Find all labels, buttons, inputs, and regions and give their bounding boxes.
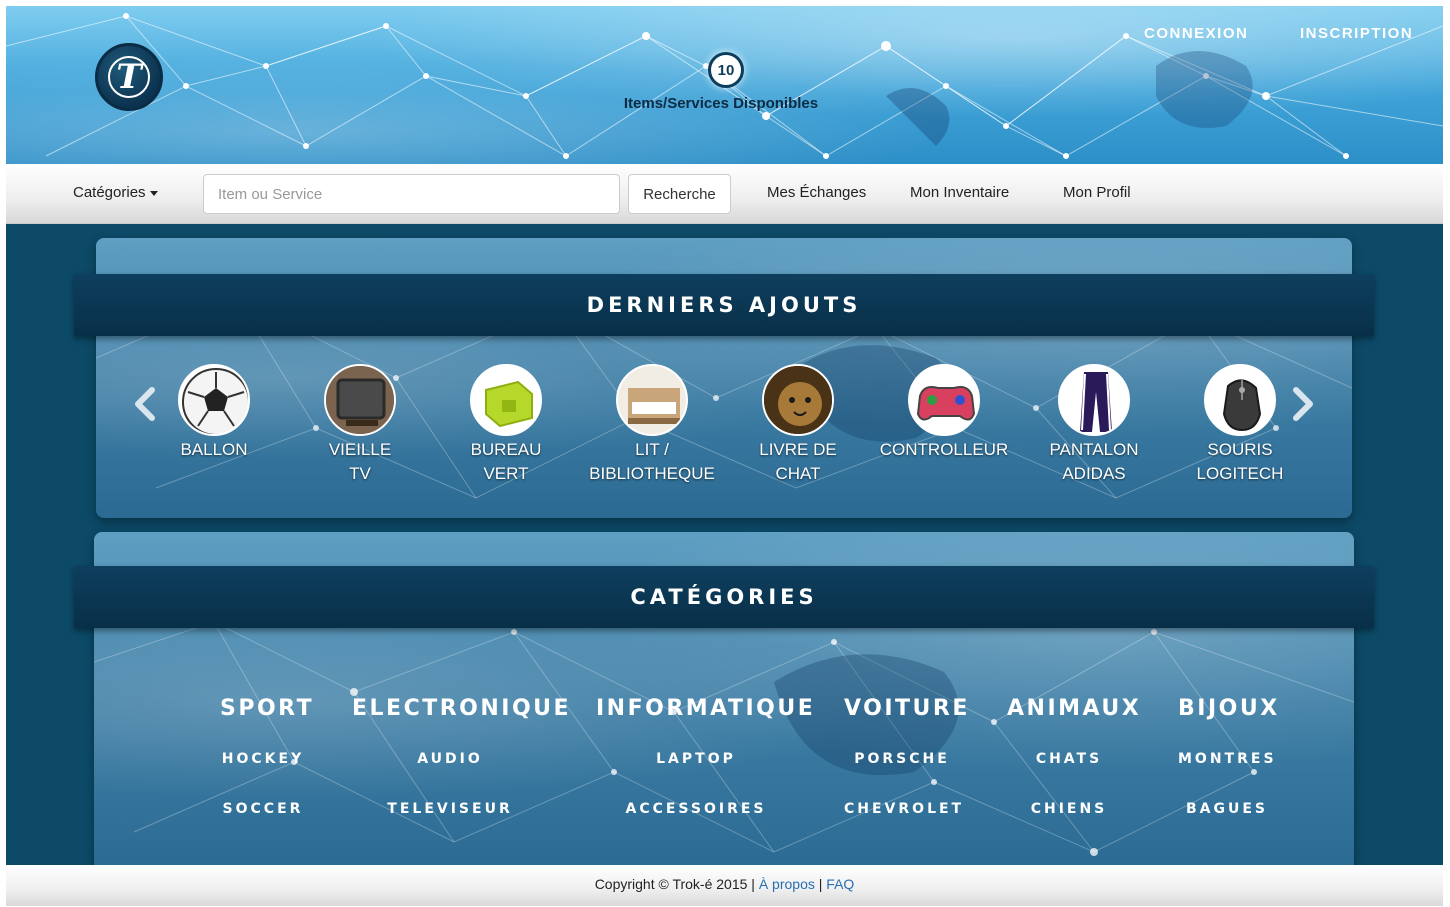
subcategory-link[interactable]: BAGUES [1178, 801, 1276, 817]
app-window: T 10 Items/Services Disponibles CONNEXIO… [6, 6, 1443, 906]
footer-separator: | [818, 876, 823, 892]
available-count-badge: 10 [708, 52, 744, 88]
nav-link-inventory[interactable]: Mon Inventaire [910, 184, 1009, 201]
about-link[interactable]: À propos [759, 876, 815, 892]
subcategory-link[interactable]: LAPTOP [596, 751, 796, 767]
carousel-item-label: LIVRE DE CHAT [759, 440, 837, 483]
cat-book-icon [762, 364, 834, 436]
available-count-label: Items/Services Disponibles [623, 95, 819, 112]
faq-link[interactable]: FAQ [826, 876, 854, 892]
category-heading[interactable]: BIJOUX [1178, 696, 1277, 721]
subcategory-link[interactable]: CHATS [1007, 751, 1131, 767]
carousel-item[interactable]: LIVRE DE CHAT [728, 364, 868, 486]
categories-title: CATÉGORIES [74, 566, 1374, 628]
category-group-informatique: INFORMATIQUE LAPTOP ACCESSOIRES [596, 696, 813, 817]
categories-dropdown[interactable]: Catégories [73, 184, 158, 201]
old-tv-icon [324, 364, 396, 436]
carousel-item[interactable]: BALLON [144, 364, 284, 462]
subcategory-link[interactable]: MONTRES [1178, 751, 1276, 767]
carousel-item[interactable]: BUREAU VERT [436, 364, 576, 486]
category-heading[interactable]: VOITURE [844, 696, 967, 721]
carousel-item-label: CONTROLLEUR [879, 440, 1009, 459]
logo-ring-icon [108, 56, 150, 98]
subcategory-link[interactable]: PORSCHE [844, 751, 960, 767]
subcategory-link[interactable]: CHIENS [1007, 801, 1131, 817]
login-link[interactable]: CONNEXION [1144, 25, 1248, 42]
carousel-item-label: LIT / BIBLIOTHEQUE [589, 440, 715, 483]
carousel-item-label: VIEILLE TV [328, 440, 392, 483]
search-input[interactable] [203, 174, 620, 214]
carousel-item[interactable]: LIT / BIBLIOTHEQUE [582, 364, 722, 486]
subcategory-link[interactable]: TELEVISEUR [352, 801, 548, 817]
site-header: T 10 Items/Services Disponibles CONNEXIO… [6, 6, 1443, 164]
category-group-animaux: ANIMAUX CHATS CHIENS [1007, 696, 1139, 817]
subcategory-link[interactable]: SOCCER [220, 801, 306, 817]
caret-down-icon [149, 190, 158, 196]
site-footer: Copyright © Trok-é 2015 | À propos | FAQ [6, 865, 1443, 906]
carousel-item[interactable]: CONTROLLEUR [874, 364, 1014, 462]
search-button[interactable]: Recherche [628, 174, 731, 214]
category-group-voiture: VOITURE PORSCHE CHEVROLET [844, 696, 967, 817]
soccer-ball-icon [178, 364, 250, 436]
mouse-icon [1204, 364, 1276, 436]
carousel-item[interactable]: SOURIS LOGITECH [1170, 364, 1310, 486]
category-group-electronique: ELECTRONIQUE AUDIO TELEVISEUR [352, 696, 569, 817]
recent-items-title: DERNIERS AJOUTS [74, 274, 1374, 336]
category-heading[interactable]: SPORT [220, 696, 312, 721]
gamepad-icon [908, 364, 980, 436]
category-group-bijoux: BIJOUX MONTRES BAGUES [1178, 696, 1277, 817]
nav-link-exchanges[interactable]: Mes Échanges [767, 184, 866, 201]
categories-dropdown-label: Catégories [73, 184, 146, 201]
carousel-item-label: BUREAU VERT [470, 440, 542, 483]
green-desk-icon [470, 364, 542, 436]
pants-icon [1058, 364, 1130, 436]
category-heading[interactable]: ELECTRONIQUE [352, 696, 569, 721]
main-navbar: Catégories Recherche Mes Échanges Mon In… [6, 164, 1443, 224]
signup-link[interactable]: INSCRIPTION [1300, 25, 1413, 42]
category-group-sport: SPORT HOCKEY SOCCER [220, 696, 312, 817]
carousel-item-label: BALLON [180, 440, 248, 459]
category-heading[interactable]: INFORMATIQUE [596, 696, 813, 721]
site-logo[interactable]: T [95, 43, 163, 111]
carousel-item[interactable]: PANTALON ADIDAS [1024, 364, 1164, 486]
carousel-item-label: PANTALON ADIDAS [1049, 440, 1139, 483]
copyright-text: Copyright © Trok-é 2015 | [594, 876, 755, 892]
subcategory-link[interactable]: CHEVROLET [844, 801, 961, 817]
category-heading[interactable]: ANIMAUX [1007, 696, 1139, 721]
nav-link-profile[interactable]: Mon Profil [1063, 184, 1131, 201]
subcategory-link[interactable]: ACCESSOIRES [596, 801, 796, 817]
subcategory-link[interactable]: AUDIO [352, 751, 548, 767]
subcategory-link[interactable]: HOCKEY [220, 751, 306, 767]
bed-shelf-icon [616, 364, 688, 436]
carousel-item[interactable]: VIEILLE TV [290, 364, 430, 486]
carousel-item-label: SOURIS LOGITECH [1196, 440, 1284, 483]
